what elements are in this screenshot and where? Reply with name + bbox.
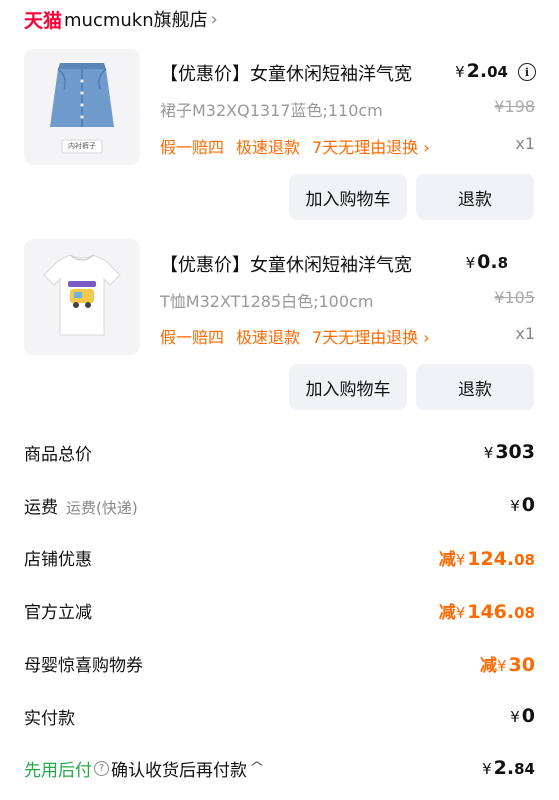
currency-symbol: ¥ — [465, 254, 476, 272]
pay-later-label: 先用后付 — [24, 760, 92, 781]
quantity: x1 — [515, 324, 535, 343]
shipping-label: 运费 — [24, 497, 58, 518]
product-thumbnail[interactable]: 内衬裤子 — [24, 49, 140, 165]
shipping-row: 运费 运费(快递) ¥0 — [24, 490, 535, 520]
shipping-method: 运费(快递) — [66, 498, 138, 517]
product-title[interactable]: 【优惠价】女童休闲短袖洋气宽 — [160, 60, 412, 86]
goods-total-label: 商品总价 — [24, 444, 92, 465]
coupon-value: 减¥ 30 — [480, 653, 535, 676]
guarantee-tag: 极速退款 — [236, 138, 301, 157]
paid-label: 实付款 — [24, 708, 75, 729]
price-decimal: 8 — [497, 254, 508, 272]
coupon-row: 母婴惊喜购物券 减¥ 30 — [24, 648, 535, 678]
price-decimal: 04 — [487, 63, 508, 81]
price-integer: 0. — [477, 251, 498, 273]
product-thumbnail[interactable] — [24, 239, 140, 355]
service-guarantees[interactable]: 假一赔四 极速退款 7天无理由退换 › — [160, 134, 430, 158]
official-discount-label: 官方立减 — [24, 602, 92, 623]
pay-later-text: 确认收货后再付款 — [111, 760, 247, 781]
tmall-logo: 天猫 — [24, 9, 63, 32]
chevron-up-icon: ^ — [248, 760, 266, 776]
paid-row: 实付款 ¥0 — [24, 701, 535, 731]
add-to-cart-button[interactable]: 加入购物车 — [289, 364, 407, 410]
quantity: x1 — [515, 134, 535, 153]
pay-later-value: ¥2.84 — [482, 757, 535, 779]
product-title[interactable]: 【优惠价】女童休闲短袖洋气宽 — [160, 251, 412, 277]
thumbnail-caption: 内衬裤子 — [68, 142, 96, 150]
service-guarantees[interactable]: 假一赔四 极速退款 7天无理由退换 › — [160, 324, 430, 348]
coupon-label: 母婴惊喜购物券 — [24, 655, 143, 676]
goods-total-row: 商品总价 ¥303 — [24, 437, 535, 467]
store-discount-label: 店铺优惠 — [24, 549, 92, 570]
goods-total-value: ¥303 — [483, 441, 535, 463]
shipping-value: ¥0 — [510, 494, 535, 516]
help-icon[interactable]: ? — [94, 760, 109, 776]
guarantee-tag: 假一赔四 — [160, 328, 225, 347]
product-sku: T恤M32XT1285白色;100cm — [160, 292, 374, 311]
order-item: 【优惠价】女童休闲短袖洋气宽 ¥0.8 T恤M32XT1285白色;100cm … — [0, 237, 559, 417]
guarantee-tag: 假一赔四 — [160, 138, 225, 157]
currency-symbol: ¥ — [455, 63, 465, 81]
refund-button[interactable]: 退款 — [416, 364, 534, 410]
chevron-right-icon: › — [210, 8, 218, 30]
guarantee-tag: 极速退款 — [236, 328, 301, 347]
pay-later-row[interactable]: 先用后付 ? 确认收货后再付款 ^ ¥2.84 — [24, 753, 535, 783]
official-discount-value: 减¥ 146.08 — [438, 600, 535, 623]
original-price: ¥198 — [494, 97, 535, 116]
guarantee-tag: 7天无理由退换 › — [312, 138, 430, 157]
official-discount-row: 官方立减 减¥ 146.08 — [24, 595, 535, 625]
unit-price: ¥2.04 — [455, 60, 508, 82]
store-discount-value: 减¥ 124.08 — [438, 547, 535, 570]
price-integer: 2. — [466, 60, 488, 82]
shipping-label-group: 运费 运费(快递) — [24, 493, 138, 518]
store-header[interactable]: 天猫 mucmukn旗舰店 › — [24, 6, 218, 32]
info-icon[interactable]: i — [518, 63, 536, 81]
guarantee-tag: 7天无理由退换 › — [312, 328, 430, 347]
store-name[interactable]: mucmukn旗舰店 — [64, 6, 208, 32]
store-discount-row: 店铺优惠 减¥ 124.08 — [24, 542, 535, 572]
product-sku: 裙子M32XQ1317蓝色;110cm — [160, 101, 383, 120]
pay-later-group[interactable]: 先用后付 ? 确认收货后再付款 ^ — [24, 756, 266, 781]
paid-value: ¥0 — [510, 705, 535, 727]
add-to-cart-button[interactable]: 加入购物车 — [289, 174, 407, 220]
unit-price: ¥0.8 — [466, 251, 508, 273]
order-item: 内衬裤子 【优惠价】女童休闲短袖洋气宽 ¥2.04 i 裙子M32XQ1317蓝… — [0, 46, 559, 226]
refund-button[interactable]: 退款 — [416, 174, 534, 220]
original-price: ¥105 — [494, 288, 535, 307]
